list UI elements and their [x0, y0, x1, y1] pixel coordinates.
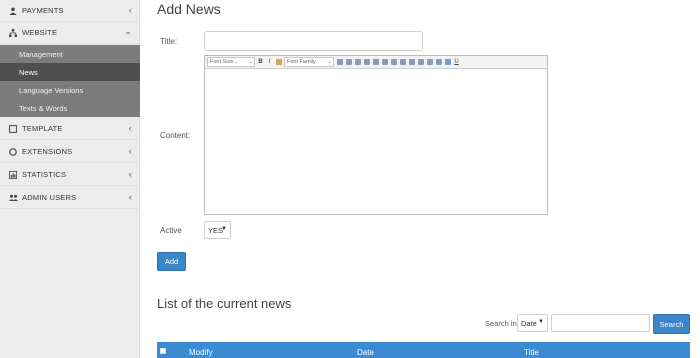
chevron-left-icon: ‹: [128, 169, 132, 179]
sidebar-item-admin-users[interactable]: ADMIN USERS ‹: [0, 187, 140, 209]
active-select[interactable]: YES ▼: [204, 221, 231, 239]
column-header-date[interactable]: Date: [357, 348, 374, 357]
sidebar-item-statistics[interactable]: STATISTICS ‹: [0, 164, 140, 186]
sidebar-item-website[interactable]: WEBSITE ⌄: [0, 22, 140, 44]
align-justify-icon[interactable]: [381, 58, 388, 66]
editor-toolbar: Font Size... ⌄ B I Font Family ⌄ U: [205, 56, 547, 69]
submenu-item-news[interactable]: News: [0, 63, 140, 81]
sidebar-item-label: EXTENSIONS: [22, 147, 73, 156]
list-title: List of the current news: [157, 296, 292, 311]
superscript-icon[interactable]: [426, 58, 433, 66]
add-button[interactable]: Add: [157, 252, 186, 271]
image-icon[interactable]: [444, 58, 451, 66]
chart-icon: [8, 170, 18, 179]
column-header-modify[interactable]: Modify: [189, 348, 213, 357]
caret-down-icon: ▼: [221, 226, 227, 232]
align-left-icon[interactable]: [354, 58, 361, 66]
circle-icon: [8, 147, 18, 156]
underline-button[interactable]: U: [453, 58, 460, 66]
sitemap-icon: [8, 28, 18, 37]
paint-icon[interactable]: [275, 58, 282, 66]
sidebar-item-payments[interactable]: PAYMENTS ‹: [0, 0, 140, 22]
chevron-down-icon: ⌄: [327, 59, 332, 65]
user-icon: [8, 7, 18, 15]
select-all-checkbox[interactable]: [160, 348, 166, 354]
outdent-icon[interactable]: [408, 58, 415, 66]
submenu-item-texts-words[interactable]: Texts & Words: [0, 99, 140, 117]
title-input[interactable]: [204, 31, 423, 51]
sidebar-item-label: PAYMENTS: [22, 6, 64, 15]
users-icon: [8, 194, 18, 202]
submenu-item-management[interactable]: Management: [0, 45, 140, 63]
chevron-left-icon: ‹: [128, 192, 132, 202]
rich-text-editor[interactable]: Font Size... ⌄ B I Font Family ⌄ U: [204, 55, 548, 215]
search-input[interactable]: [551, 314, 650, 332]
page-title: Add News: [157, 1, 221, 17]
sidebar-item-extensions[interactable]: EXTENSIONS ‹: [0, 141, 140, 163]
italic-button[interactable]: I: [266, 58, 273, 66]
align-right-icon[interactable]: [372, 58, 379, 66]
search-button[interactable]: Search: [653, 314, 690, 334]
chevron-left-icon: ‹: [128, 5, 132, 15]
sidebar-item-label: TEMPLATE: [22, 124, 63, 133]
chevron-down-icon: ⌄: [248, 59, 253, 65]
sidebar-item-label: WEBSITE: [22, 28, 58, 37]
chevron-left-icon: ‹: [128, 146, 132, 156]
bold-button[interactable]: B: [257, 58, 264, 66]
editor-content-area[interactable]: [205, 69, 547, 215]
chevron-left-icon: ‹: [128, 123, 132, 133]
active-label: Active: [160, 226, 182, 235]
title-label: Title:: [160, 37, 178, 46]
search-in-label: Search in: [485, 319, 517, 328]
link-icon[interactable]: [336, 58, 343, 66]
font-family-select[interactable]: Font Family ⌄: [284, 57, 334, 67]
sidebar-item-template[interactable]: TEMPLATE ‹: [0, 118, 140, 140]
sidebar: PAYMENTS ‹ WEBSITE ⌄ Management News Lan…: [0, 0, 140, 358]
template-icon: [8, 124, 18, 133]
search-field-select[interactable]: Date ▼: [517, 314, 548, 332]
font-size-select[interactable]: Font Size... ⌄: [207, 57, 255, 67]
submenu-item-language-versions[interactable]: Language Versions: [0, 81, 140, 99]
align-center-icon[interactable]: [363, 58, 370, 66]
content-label: Content:: [160, 131, 191, 140]
subscript-icon[interactable]: [435, 58, 442, 66]
chevron-down-icon: ⌄: [124, 26, 132, 36]
source-icon[interactable]: [345, 58, 352, 66]
ordered-list-icon[interactable]: [390, 58, 397, 66]
sidebar-item-label: ADMIN USERS: [22, 193, 77, 202]
table-header: Modify Date Title: [157, 342, 690, 358]
column-header-title[interactable]: Title: [524, 348, 539, 357]
unordered-list-icon[interactable]: [399, 58, 406, 66]
indent-icon[interactable]: [417, 58, 424, 66]
caret-down-icon: ▼: [538, 319, 544, 325]
sidebar-item-label: STATISTICS: [22, 170, 67, 179]
